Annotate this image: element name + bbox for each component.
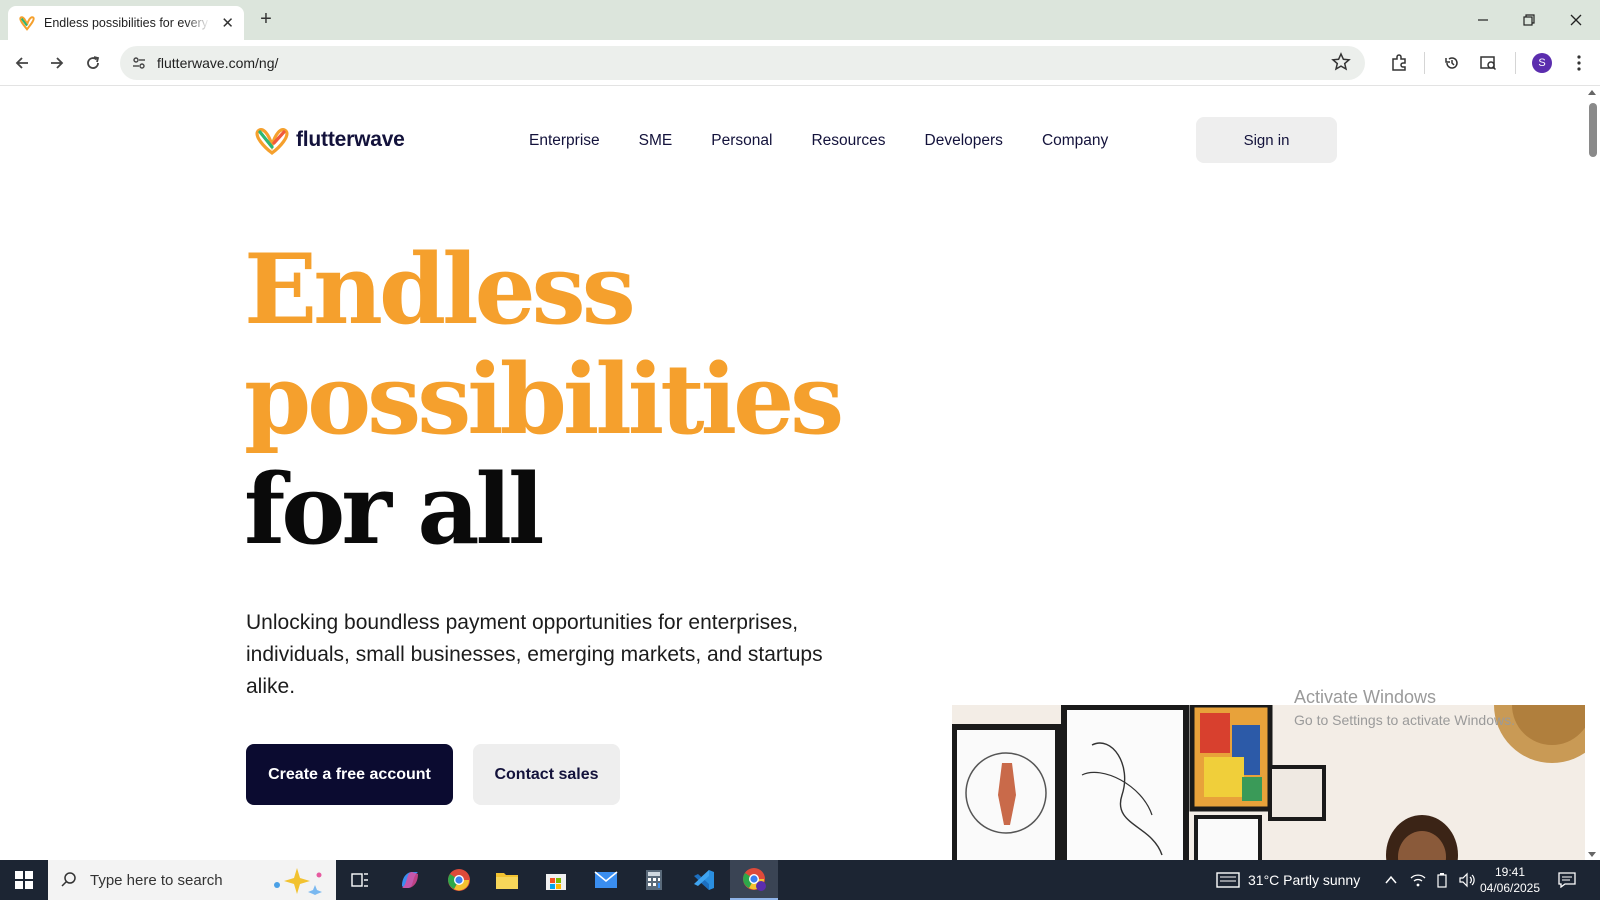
scroll-up-arrow-icon[interactable] bbox=[1588, 90, 1596, 95]
hero-photo bbox=[952, 705, 1585, 860]
tray-icons bbox=[1384, 860, 1476, 900]
task-view-icon bbox=[351, 873, 368, 887]
clock-time: 19:41 bbox=[1494, 865, 1526, 879]
arrow-right-icon bbox=[51, 57, 64, 69]
tab-search-icon bbox=[1480, 56, 1497, 71]
weather-text: 31°C Partly sunny bbox=[1248, 872, 1361, 888]
hero-heading: Endless possibilities for all bbox=[244, 233, 844, 566]
flutterwave-logo-icon bbox=[255, 128, 289, 155]
tab-strip: Endless possibilities for every business… bbox=[0, 0, 1600, 40]
copilot-icon bbox=[402, 872, 418, 888]
flutterwave-logo[interactable]: flutterwave bbox=[254, 125, 405, 155]
mail-icon bbox=[594, 871, 618, 888]
nav-company[interactable]: Company bbox=[1042, 132, 1108, 150]
start-button[interactable] bbox=[0, 860, 48, 900]
hero-subtitle: Unlocking boundless payment opportunitie… bbox=[246, 611, 823, 698]
weather-icon bbox=[1216, 872, 1240, 888]
tab-search-button[interactable] bbox=[1472, 47, 1504, 79]
bookmark-star-icon[interactable] bbox=[1331, 52, 1351, 72]
wifi-icon[interactable] bbox=[1410, 873, 1426, 887]
toolbar-divider bbox=[1424, 52, 1425, 74]
sign-in-button[interactable]: Sign in bbox=[1196, 117, 1337, 163]
taskbar-search[interactable]: Type here to search bbox=[48, 860, 336, 900]
folder-icon bbox=[496, 873, 518, 889]
tab-title: Endless possibilities for every business bbox=[44, 16, 210, 30]
nav-enterprise[interactable]: Enterprise bbox=[529, 132, 600, 150]
scroll-thumb[interactable] bbox=[1589, 103, 1597, 157]
arrow-left-icon bbox=[15, 57, 28, 69]
history-button[interactable] bbox=[1436, 47, 1468, 79]
minimize-icon bbox=[1478, 19, 1488, 21]
browser-toolbar: flutterwave.com/ng/ bbox=[0, 40, 1600, 86]
chrome-icon bbox=[448, 869, 470, 891]
profile-avatar[interactable]: S bbox=[1532, 53, 1552, 73]
minimize-button[interactable] bbox=[1460, 0, 1506, 40]
hero-line-2: possibilities bbox=[244, 343, 844, 456]
file-explorer-button[interactable] bbox=[483, 860, 531, 900]
vscode-button[interactable] bbox=[680, 860, 728, 900]
close-window-button[interactable] bbox=[1553, 0, 1599, 40]
calculator-icon bbox=[646, 870, 662, 890]
page-scrollbar[interactable] bbox=[1585, 87, 1600, 860]
taskbar-clock[interactable]: 19:41 04/06/2025 bbox=[1468, 864, 1552, 896]
activate-windows-watermark: Activate Windows Go to Settings to activ… bbox=[1294, 687, 1515, 728]
chevron-up-icon[interactable] bbox=[1384, 873, 1398, 887]
search-icon bbox=[61, 872, 76, 887]
sparkle-icon bbox=[273, 868, 322, 895]
chrome-taskbar-button[interactable] bbox=[435, 860, 483, 900]
windows-taskbar: Type here to search 31°C Partly sunny 19… bbox=[0, 860, 1600, 900]
contact-sales-button[interactable]: Contact sales bbox=[473, 744, 620, 805]
watermark-subtitle: Go to Settings to activate Windows. bbox=[1294, 712, 1515, 728]
kebab-menu-icon bbox=[1577, 55, 1581, 71]
weather-widget[interactable]: 31°C Partly sunny bbox=[1216, 860, 1360, 900]
toolbar-divider bbox=[1515, 52, 1516, 74]
site-settings-icon[interactable] bbox=[126, 50, 152, 76]
notification-icon bbox=[1558, 872, 1576, 888]
reload-icon bbox=[87, 56, 100, 69]
close-icon bbox=[1570, 14, 1582, 26]
nav-developers[interactable]: Developers bbox=[925, 132, 1003, 150]
forward-button[interactable] bbox=[41, 47, 73, 79]
battery-icon[interactable] bbox=[1436, 872, 1448, 888]
mail-button[interactable] bbox=[582, 860, 630, 900]
store-button[interactable] bbox=[532, 860, 580, 900]
logo-wordmark: flutterwave bbox=[296, 128, 405, 151]
chrome-active-taskbar-button[interactable] bbox=[730, 860, 778, 900]
hero-line-1: Endless bbox=[244, 233, 636, 346]
task-view-button[interactable] bbox=[336, 860, 384, 900]
clock-date: 04/06/2025 bbox=[1479, 881, 1541, 895]
taskbar-search-placeholder: Type here to search bbox=[90, 871, 223, 889]
nav-resources[interactable]: Resources bbox=[811, 132, 885, 150]
nav-sme[interactable]: SME bbox=[639, 132, 673, 150]
copilot-button[interactable] bbox=[386, 860, 434, 900]
notifications-button[interactable] bbox=[1558, 860, 1576, 900]
hero-line-3: for all bbox=[244, 453, 544, 566]
windows-logo-icon bbox=[15, 871, 33, 889]
back-button[interactable] bbox=[6, 47, 38, 79]
reload-button[interactable] bbox=[77, 47, 109, 79]
address-bar[interactable]: flutterwave.com/ng/ bbox=[120, 46, 1365, 80]
web-page: flutterwave Enterprise SME Personal Reso… bbox=[0, 87, 1585, 860]
chrome-profile-icon bbox=[743, 868, 766, 891]
new-tab-button[interactable]: + bbox=[254, 8, 278, 31]
store-icon bbox=[546, 874, 566, 890]
puzzle-icon bbox=[1392, 54, 1406, 71]
history-icon bbox=[1445, 57, 1458, 69]
restore-icon bbox=[1523, 14, 1535, 26]
extensions-button[interactable] bbox=[1383, 47, 1415, 79]
scroll-down-arrow-icon[interactable] bbox=[1588, 852, 1596, 857]
url-text[interactable]: flutterwave.com/ng/ bbox=[157, 55, 278, 71]
flutterwave-favicon-icon bbox=[19, 16, 35, 31]
nav-personal[interactable]: Personal bbox=[711, 132, 772, 150]
close-tab-icon[interactable]: ✕ bbox=[221, 14, 234, 32]
calculator-button[interactable] bbox=[630, 860, 678, 900]
vscode-icon bbox=[694, 870, 714, 890]
chrome-menu-button[interactable] bbox=[1563, 47, 1595, 79]
main-nav: Enterprise SME Personal Resources Develo… bbox=[529, 132, 1147, 150]
watermark-title: Activate Windows bbox=[1294, 687, 1437, 707]
browser-tab[interactable]: Endless possibilities for every business… bbox=[8, 6, 244, 40]
create-account-button[interactable]: Create a free account bbox=[246, 744, 453, 805]
restore-button[interactable] bbox=[1506, 0, 1552, 40]
